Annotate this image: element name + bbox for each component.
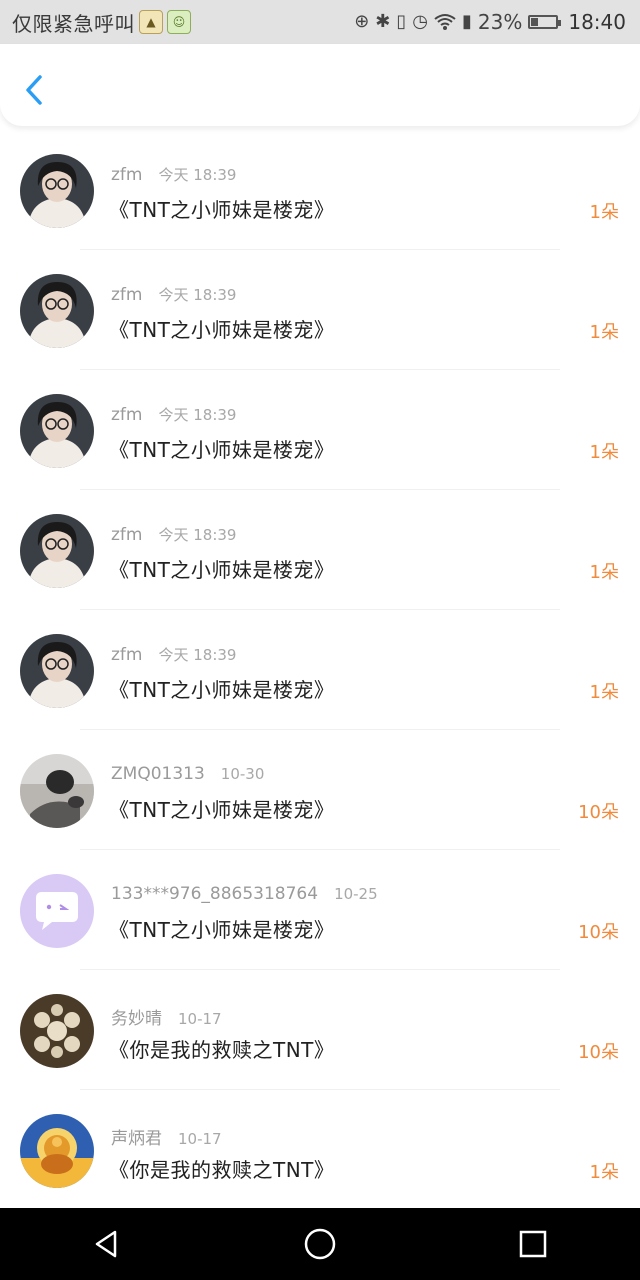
avatar <box>20 874 94 948</box>
avatar <box>20 154 94 228</box>
gift-record-list: zfm 今天 18:39 《TNT之小师妹是楼宠》 1朵 zfm 今天 18:3… <box>0 130 640 1210</box>
item-meta: zfm 今天 18:39 <box>111 284 236 305</box>
avatar <box>20 274 94 348</box>
list-item[interactable]: ZMQ01313 10-30 《TNT之小师妹是楼宠》 10朵 <box>0 730 640 850</box>
chevron-left-icon <box>26 75 42 105</box>
list-item[interactable]: zfm 今天 18:39 《TNT之小师妹是楼宠》 1朵 <box>0 610 640 730</box>
user-name: ZMQ01313 <box>111 764 205 784</box>
system-nav-bar <box>0 1208 640 1280</box>
flower-count: 1朵 <box>589 562 619 583</box>
timestamp: 10-25 <box>334 885 378 903</box>
app-notification-icon: ▲ <box>139 10 163 34</box>
avatar <box>20 394 94 468</box>
flower-count: 1朵 <box>589 322 619 343</box>
battery-percent: 23% <box>477 10 523 34</box>
book-title: 《你是我的救赎之TNT》 <box>109 1158 335 1182</box>
nav-back-button[interactable] <box>77 1219 137 1269</box>
book-title: 《你是我的救赎之TNT》 <box>109 1038 335 1062</box>
item-meta: 133***976_8865318764 10-25 <box>111 884 378 904</box>
list-item[interactable]: zfm 今天 18:39 《TNT之小师妹是楼宠》 1朵 <box>0 490 640 610</box>
flower-count: 1朵 <box>589 442 619 463</box>
book-title: 《TNT之小师妹是楼宠》 <box>109 918 335 942</box>
user-name: 务妙晴 <box>111 1009 162 1029</box>
status-left: 仅限紧急呼叫 ▲ ☺ <box>12 8 191 37</box>
item-meta: zfm 今天 18:39 <box>111 524 236 545</box>
item-meta: zfm 今天 18:39 <box>111 404 236 425</box>
flower-count: 1朵 <box>589 1162 619 1183</box>
item-meta: zfm 今天 18:39 <box>111 644 236 665</box>
vibrate-icon: ▯ <box>396 11 407 32</box>
flower-count: 10朵 <box>578 1042 619 1063</box>
timestamp: 今天 18:39 <box>158 286 237 304</box>
header-bar <box>0 44 640 126</box>
item-meta: ZMQ01313 10-30 <box>111 764 264 784</box>
back-triangle-icon <box>95 1230 116 1258</box>
flower-count: 10朵 <box>578 802 619 823</box>
bluetooth-icon: ✱ <box>375 11 391 32</box>
item-meta: zfm 今天 18:39 <box>111 164 236 185</box>
alarm-icon: ◷ <box>412 11 428 32</box>
avatar <box>20 1114 94 1188</box>
timestamp: 今天 18:39 <box>158 406 237 424</box>
book-title: 《TNT之小师妹是楼宠》 <box>109 198 335 222</box>
user-name: zfm <box>111 285 143 305</box>
wifi-icon <box>434 14 456 30</box>
list-item[interactable]: zfm 今天 18:39 《TNT之小师妹是楼宠》 1朵 <box>0 250 640 370</box>
status-right: ⊕ ✱ ▯ ◷ ▮ 23% 18:40 <box>354 10 626 34</box>
timestamp: 10-17 <box>178 1010 222 1028</box>
flower-count: 1朵 <box>589 202 619 223</box>
user-name: zfm <box>111 405 143 425</box>
book-title: 《TNT之小师妹是楼宠》 <box>109 438 335 462</box>
carrier-text: 仅限紧急呼叫 <box>12 11 135 36</box>
nav-home-button[interactable] <box>290 1219 350 1269</box>
recents-square-icon <box>520 1230 547 1258</box>
flower-count: 10朵 <box>578 922 619 943</box>
user-name: 声炳君 <box>111 1129 162 1149</box>
book-title: 《TNT之小师妹是楼宠》 <box>109 318 335 342</box>
back-button[interactable] <box>18 72 48 108</box>
user-name: zfm <box>111 165 143 185</box>
list-item[interactable]: 133***976_8865318764 10-25 《TNT之小师妹是楼宠》 … <box>0 850 640 970</box>
timestamp: 10-30 <box>220 765 265 783</box>
timestamp: 今天 18:39 <box>158 646 237 664</box>
list-item[interactable]: zfm 今天 18:39 《TNT之小师妹是楼宠》 1朵 <box>0 370 640 490</box>
avatar <box>20 754 94 828</box>
timestamp: 10-17 <box>178 1130 222 1148</box>
battery-icon <box>528 15 562 29</box>
hd-icon: ⊕ <box>354 11 370 32</box>
flower-count: 1朵 <box>589 682 619 703</box>
list-item[interactable]: zfm 今天 18:39 《TNT之小师妹是楼宠》 1朵 <box>0 130 640 250</box>
list-item[interactable]: 声炳君 10-17 《你是我的救赎之TNT》 1朵 <box>0 1090 640 1210</box>
avatar <box>20 634 94 708</box>
item-meta: 声炳君 10-17 <box>111 1124 222 1149</box>
timestamp: 今天 18:39 <box>158 526 237 544</box>
book-title: 《TNT之小师妹是楼宠》 <box>109 558 335 582</box>
avatar <box>20 994 94 1068</box>
list-item[interactable]: 务妙晴 10-17 《你是我的救赎之TNT》 10朵 <box>0 970 640 1090</box>
book-title: 《TNT之小师妹是楼宠》 <box>109 678 335 702</box>
battery-saver-icon: ▮ <box>462 11 472 32</box>
user-name: zfm <box>111 645 143 665</box>
item-meta: 务妙晴 10-17 <box>111 1004 222 1029</box>
nav-recents-button[interactable] <box>503 1219 563 1269</box>
user-name: 133***976_8865318764 <box>111 884 319 904</box>
app-notification-icon-2: ☺ <box>167 10 191 34</box>
user-name: zfm <box>111 525 143 545</box>
home-circle-icon <box>304 1228 336 1260</box>
status-bar: 仅限紧急呼叫 ▲ ☺ ⊕ ✱ ▯ ◷ ▮ 23% 18:40 <box>0 0 640 44</box>
timestamp: 今天 18:39 <box>158 166 237 184</box>
book-title: 《TNT之小师妹是楼宠》 <box>109 798 335 822</box>
clock: 18:40 <box>568 10 626 34</box>
avatar <box>20 514 94 588</box>
